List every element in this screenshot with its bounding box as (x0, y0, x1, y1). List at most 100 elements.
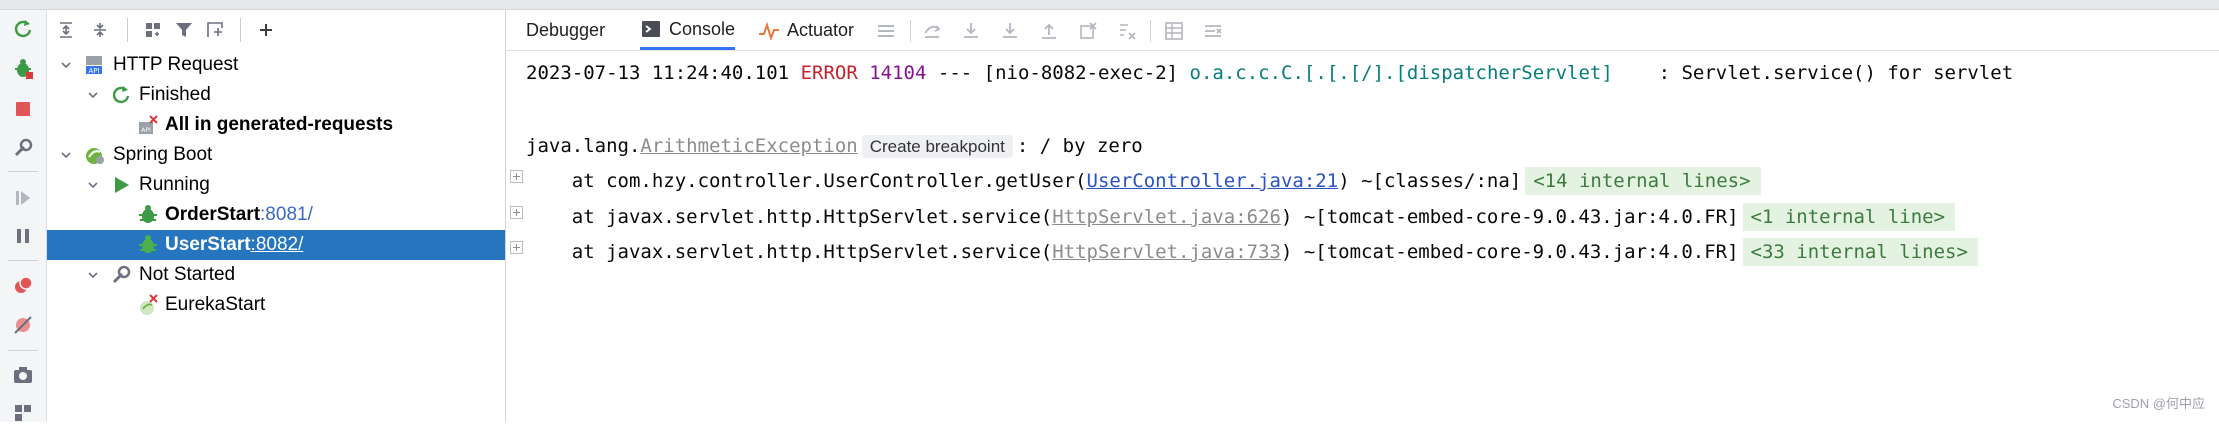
tool-tabs: Debugger Console Actuator (506, 10, 2219, 51)
settings-wrench-icon[interactable] (10, 135, 36, 161)
log-timestamp: 2023-07-13 11:24:40.101 (526, 62, 790, 84)
tree-item-label: EurekaStart (165, 294, 266, 315)
http-api-icon: API (83, 54, 105, 76)
menu-lines-icon[interactable] (874, 19, 898, 43)
layout-icon[interactable] (10, 400, 36, 426)
expand-fold-icon[interactable] (510, 241, 523, 254)
frame-jar: ) ~[tomcat-embed-core-9.0.43.jar:4.0.FR] (1280, 206, 1739, 228)
debug-bug-icon (137, 234, 159, 256)
tree-toolbar (47, 10, 505, 50)
resume-icon[interactable] (10, 185, 36, 211)
tree-item-finished[interactable]: Finished (47, 80, 505, 110)
svg-text:API: API (88, 67, 99, 75)
pause-icon[interactable] (10, 223, 36, 249)
group-by-icon[interactable] (140, 17, 166, 43)
tree-item-not-started[interactable]: Not Started (47, 260, 505, 290)
frame-source-link[interactable]: UserController.java:21 (1087, 170, 1339, 192)
rerun-icon[interactable] (10, 16, 36, 42)
stack-frame: at javax.servlet.http.HttpServlet.servic… (526, 236, 1978, 268)
stack-frame: at com.hzy.controller.UserController.get… (526, 165, 1761, 197)
step-into-icon[interactable] (998, 19, 1022, 43)
drop-frame-icon[interactable] (1076, 19, 1100, 43)
toolbar-divider (910, 20, 911, 42)
collapse-all-icon[interactable] (87, 17, 113, 43)
tree-item-eurekastart[interactable]: EurekaStart (47, 290, 505, 320)
folded-lines[interactable]: <14 internal lines> (1525, 167, 1761, 195)
spring-boot-icon (83, 144, 105, 166)
rerun-icon (110, 84, 132, 106)
service-port-link[interactable]: :8082/ (251, 234, 304, 255)
console-output[interactable]: 2023-07-13 11:24:40.101 ERROR 14104 --- … (506, 51, 2219, 422)
leftbar-divider (8, 350, 38, 351)
tree-item-generated-requests[interactable]: API All in generated-requests (47, 110, 505, 140)
log-message: : Servlet.service() for servlet (1624, 62, 2014, 84)
run-to-cursor-icon[interactable] (1115, 19, 1139, 43)
toolbar-divider (127, 18, 128, 42)
tab-label: Debugger (526, 20, 606, 40)
trace-settings-icon[interactable] (1201, 19, 1225, 43)
log-level: ERROR (800, 62, 858, 84)
service-name: UserStart (165, 234, 251, 255)
new-tab-icon[interactable] (202, 17, 228, 43)
tree-item-spring-boot[interactable]: Spring Boot (47, 140, 505, 170)
camera-icon[interactable] (10, 362, 36, 388)
debug-config-icon[interactable] (10, 56, 36, 82)
log-thread: --- [nio-8082-exec-2] (937, 62, 1179, 84)
tree-item-label: Finished (139, 84, 211, 105)
chevron-down-icon[interactable] (84, 80, 102, 110)
tree-item-running[interactable]: Running (47, 170, 505, 200)
expand-fold-icon[interactable] (510, 170, 523, 183)
toolbar-divider (240, 18, 241, 42)
top-strip (0, 0, 2219, 10)
tree-item-http-request[interactable]: API HTTP Request (47, 50, 505, 80)
frame-text: at com.hzy.controller.UserController.get… (526, 170, 1087, 192)
show-execution-point-icon[interactable] (920, 19, 944, 43)
tab-label: Console (669, 18, 736, 39)
log-line: 2023-07-13 11:24:40.101 ERROR 14104 --- … (526, 57, 2013, 89)
folded-lines[interactable]: <1 internal line> (1742, 203, 1956, 231)
tree-item-userstart[interactable]: UserStart:8082/ (47, 230, 505, 260)
frame-text: at javax.servlet.http.HttpServlet.servic… (526, 206, 1053, 228)
chevron-down-icon[interactable] (84, 260, 102, 290)
run-icon (110, 174, 132, 196)
expand-fold-icon[interactable] (510, 206, 523, 219)
tab-actuator[interactable]: Actuator (758, 10, 854, 50)
tree-item-label: Spring Boot (113, 144, 213, 165)
svg-text:API: API (141, 127, 151, 134)
chevron-down-icon[interactable] (84, 170, 102, 200)
chevron-down-icon[interactable] (57, 50, 75, 80)
tree-item-label: Running (139, 174, 210, 195)
service-name: OrderStart (165, 204, 261, 225)
frame-source-link[interactable]: HttpServlet.java:626 (1052, 206, 1281, 228)
stack-frame: at javax.servlet.http.HttpServlet.servic… (526, 201, 1956, 233)
tab-debugger[interactable]: Debugger (526, 10, 605, 50)
view-breakpoints-icon[interactable] (10, 273, 36, 299)
expand-all-icon[interactable] (53, 17, 79, 43)
step-out-icon[interactable] (1037, 19, 1061, 43)
create-breakpoint-button[interactable]: Create breakpoint (861, 135, 1013, 158)
tab-console[interactable]: Console (640, 10, 736, 50)
actuator-icon (758, 19, 780, 41)
tree-item-label: Not Started (139, 264, 236, 285)
evaluate-expression-icon[interactable] (1162, 19, 1186, 43)
left-action-bar (0, 10, 47, 422)
log-logger[interactable]: o.a.c.c.C.[.[.[/].[dispatcherServlet] (1190, 62, 1613, 84)
tab-label: Actuator (787, 20, 855, 40)
step-over-icon[interactable] (959, 19, 983, 43)
frame-source-link[interactable]: HttpServlet.java:733 (1052, 241, 1281, 263)
frame-jar: ) ~[tomcat-embed-core-9.0.43.jar:4.0.FR] (1280, 241, 1739, 263)
tree-item-label: All in generated-requests (165, 114, 394, 135)
mute-breakpoints-icon[interactable] (10, 312, 36, 338)
log-pid: 14104 (869, 62, 927, 84)
folded-lines[interactable]: <33 internal lines> (1742, 238, 1978, 266)
chevron-down-icon[interactable] (57, 140, 75, 170)
stop-icon[interactable] (10, 96, 36, 122)
exception-class-link[interactable]: ArithmeticException (640, 135, 857, 157)
tree-item-orderstart[interactable]: OrderStart:8081/ (47, 200, 505, 230)
wrench-icon (110, 264, 132, 286)
console-icon (640, 18, 662, 40)
service-port-link[interactable]: :8081/ (260, 204, 313, 225)
add-service-icon[interactable] (253, 17, 279, 43)
filter-icon[interactable] (171, 17, 197, 43)
watermark: CSDN @何中应 (2112, 396, 2205, 411)
